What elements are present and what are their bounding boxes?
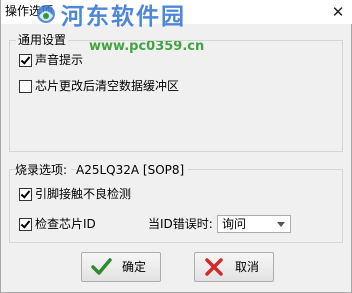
close-button[interactable]: ✕ — [329, 3, 347, 21]
burn-options-legend: 烧录选项: — [15, 162, 72, 178]
clear-buffer-label: 芯片更改后清空数据缓冲区 — [35, 79, 180, 93]
general-settings-legend: 通用设置 — [16, 32, 69, 48]
pin-contact-check-row[interactable]: 引脚接触不良检测 — [19, 186, 131, 202]
check-chip-id-label: 检查芯片ID — [35, 217, 96, 231]
sound-prompt-checkbox[interactable] — [19, 53, 32, 67]
check-chip-id-row[interactable]: 检查芯片ID — [19, 216, 96, 232]
cancel-button-label: 取消 — [235, 260, 260, 274]
options-dialog: 操作选项 ✕ 河东软件园 www.pc0359.cn 通用设置 声音提示 芯片更… — [0, 0, 352, 293]
ok-button[interactable]: 确定 — [81, 252, 161, 282]
clear-buffer-checkbox[interactable] — [19, 79, 32, 93]
red-x-icon — [205, 258, 223, 276]
chevron-down-icon — [277, 222, 285, 227]
close-icon: ✕ — [331, 3, 345, 21]
id-error-label: 当ID错误时: — [148, 217, 213, 231]
sound-prompt-checkbox-row[interactable]: 声音提示 — [19, 52, 83, 68]
id-error-action-select[interactable]: 询问 — [217, 215, 291, 233]
check-chip-id-checkbox[interactable] — [19, 217, 32, 231]
ok-button-label: 确定 — [122, 260, 147, 274]
clear-buffer-checkbox-row[interactable]: 芯片更改后清空数据缓冲区 — [19, 78, 179, 94]
green-check-icon — [91, 258, 112, 275]
chip-model: A25LQ32A [SOP8] — [76, 162, 189, 178]
id-error-action-value: 询问 — [222, 217, 247, 231]
sound-prompt-label: 声音提示 — [35, 53, 84, 67]
pin-contact-checkbox[interactable] — [19, 187, 32, 201]
cancel-button[interactable]: 取消 — [194, 252, 274, 282]
pin-contact-label: 引脚接触不良检测 — [35, 187, 132, 201]
watermark-site-name: 河东软件园 — [61, 3, 186, 30]
